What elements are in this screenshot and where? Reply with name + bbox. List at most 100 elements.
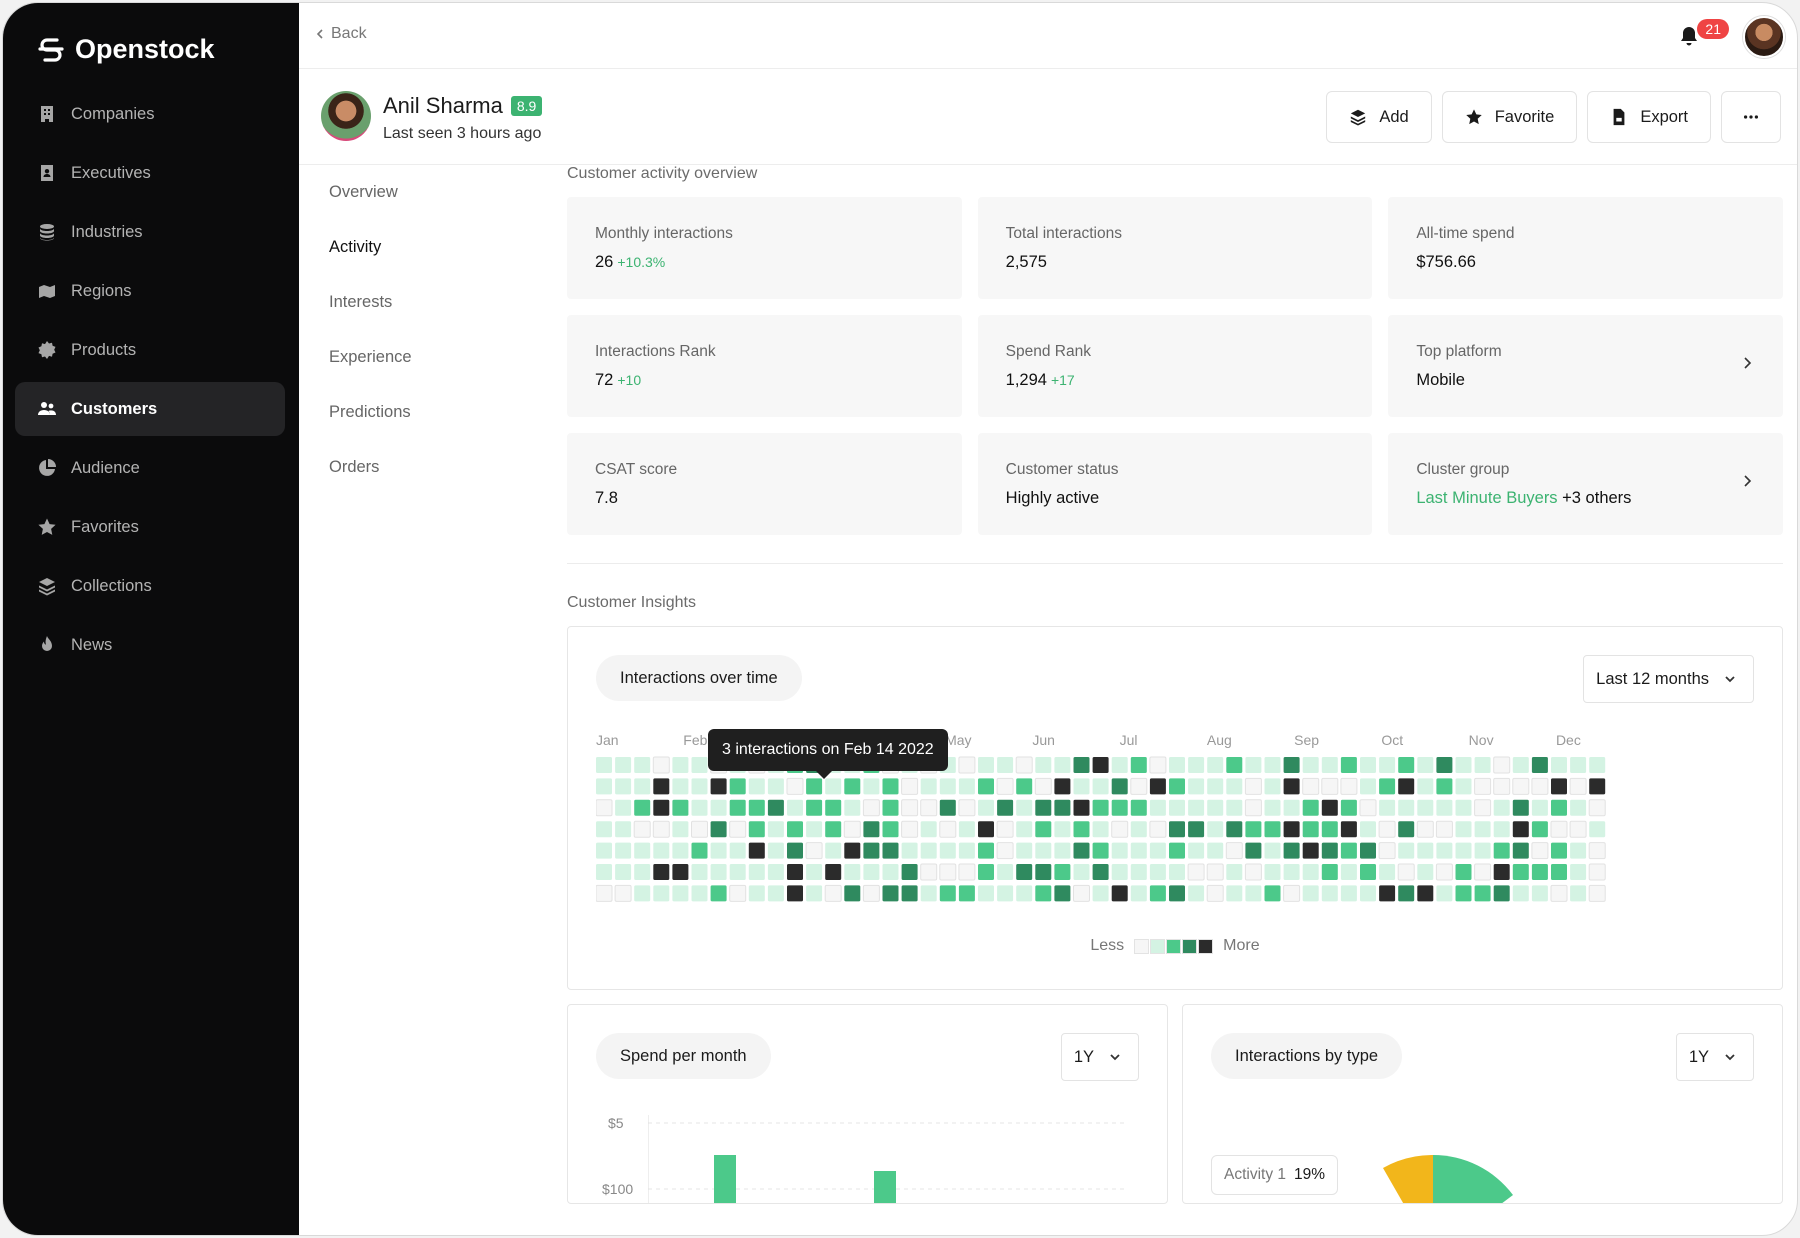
heatmap-cell[interactable] — [1588, 799, 1606, 817]
heatmap-cell[interactable] — [1130, 821, 1147, 838]
sidebar-item-companies[interactable]: Companies — [15, 87, 285, 141]
heatmap-cell[interactable] — [672, 778, 689, 795]
heatmap-cell[interactable] — [1340, 842, 1357, 859]
heatmap-cell[interactable] — [1149, 864, 1166, 880]
heatmap-cell[interactable] — [844, 864, 861, 880]
heatmap-cell[interactable] — [997, 885, 1014, 902]
subnav-orders[interactable]: Orders — [299, 440, 529, 495]
heatmap-cell[interactable] — [1169, 799, 1185, 816]
heatmap-cell[interactable] — [805, 842, 823, 860]
heatmap-cell[interactable] — [1474, 842, 1491, 859]
subnav-interests[interactable]: Interests — [299, 275, 529, 330]
heatmap-cell[interactable] — [1360, 757, 1376, 773]
app-logo[interactable]: Openstock — [35, 33, 215, 65]
heatmap-cell[interactable] — [1302, 777, 1320, 795]
heatmap-cell[interactable] — [1245, 842, 1262, 859]
sidebar-item-customers[interactable]: Customers — [15, 382, 285, 436]
range-select[interactable]: Last 12 months — [1583, 655, 1754, 703]
heatmap-cell[interactable] — [997, 864, 1014, 880]
heatmap-cell[interactable] — [1321, 821, 1338, 838]
heatmap-cell[interactable] — [1474, 757, 1491, 773]
heatmap-cell[interactable] — [1551, 757, 1567, 773]
heatmap-cell[interactable] — [1226, 757, 1243, 773]
heatmap-cell[interactable] — [882, 821, 899, 838]
heatmap-cell[interactable] — [1531, 777, 1549, 795]
heatmap-cell[interactable] — [1302, 757, 1319, 773]
heatmap-cell[interactable] — [1073, 799, 1090, 816]
heatmap-cell[interactable] — [825, 842, 842, 859]
heatmap-cell[interactable] — [672, 821, 689, 838]
heatmap-cell[interactable] — [710, 864, 727, 880]
heatmap-cell[interactable] — [1226, 778, 1243, 795]
heatmap-cell[interactable] — [1398, 778, 1415, 795]
heatmap-cell[interactable] — [1531, 821, 1548, 838]
heatmap-cell[interactable] — [844, 799, 861, 816]
sidebar-item-news[interactable]: News — [15, 618, 285, 672]
heatmap-cell[interactable] — [1551, 778, 1567, 795]
heatmap-cell[interactable] — [691, 799, 708, 816]
heatmap-cell[interactable] — [1302, 885, 1319, 902]
heatmap-cell[interactable] — [1570, 799, 1587, 816]
heatmap-cell[interactable] — [1149, 842, 1166, 859]
heatmap-cell[interactable] — [672, 757, 689, 773]
heatmap-cell[interactable] — [996, 842, 1014, 860]
heatmap-cell[interactable] — [748, 821, 765, 838]
heatmap-cell[interactable] — [1130, 799, 1147, 816]
heatmap-cell[interactable] — [920, 885, 937, 902]
sidebar-item-audience[interactable]: Audience — [15, 441, 285, 495]
heatmap-cell[interactable] — [1455, 864, 1472, 880]
heatmap-cell[interactable] — [1360, 864, 1376, 880]
heatmap-cell[interactable] — [1321, 864, 1338, 880]
heatmap-cell[interactable] — [767, 799, 784, 816]
heatmap-cell[interactable] — [978, 799, 994, 816]
heatmap-cell[interactable] — [1550, 884, 1568, 902]
heatmap-cell[interactable] — [1379, 757, 1396, 773]
heatmap-cell[interactable] — [958, 885, 975, 902]
heatmap-cell[interactable] — [1417, 842, 1434, 859]
heatmap-cell[interactable] — [1589, 821, 1606, 838]
heatmap-cell[interactable] — [1512, 777, 1530, 795]
heatmap-cell[interactable] — [691, 885, 708, 902]
heatmap-cell[interactable] — [691, 864, 708, 880]
heatmap-cell[interactable] — [862, 799, 880, 817]
heatmap-cell[interactable] — [748, 842, 765, 859]
heatmap-cell[interactable] — [1035, 757, 1052, 773]
heatmap-cell[interactable] — [997, 757, 1014, 773]
heatmap-cell[interactable] — [863, 778, 880, 795]
heatmap-cell[interactable] — [1092, 821, 1109, 838]
heatmap-cell[interactable] — [615, 842, 632, 859]
heatmap-cell[interactable] — [939, 799, 956, 816]
heatmap-cell[interactable] — [1054, 864, 1071, 880]
heatmap-cell[interactable] — [1245, 885, 1262, 902]
heatmap-cell[interactable] — [1111, 778, 1128, 795]
heatmap-cell[interactable] — [1360, 885, 1376, 902]
heatmap-cell[interactable] — [920, 799, 938, 817]
heatmap-cell[interactable] — [767, 885, 784, 902]
heatmap-cell[interactable] — [1379, 885, 1396, 902]
heatmap-cell[interactable] — [1417, 778, 1434, 795]
heatmap-cell[interactable] — [672, 842, 689, 859]
top-platform-card[interactable]: Top platform Mobile — [1388, 315, 1783, 417]
cluster-group-card[interactable]: Cluster group Last Minute Buyers +3 othe… — [1388, 433, 1783, 535]
heatmap-cell[interactable] — [882, 885, 899, 902]
heatmap-cell[interactable] — [729, 884, 747, 902]
heatmap-cell[interactable] — [1474, 777, 1492, 795]
heatmap-cell[interactable] — [1493, 799, 1510, 816]
heatmap-cell[interactable] — [1302, 799, 1319, 816]
heatmap-cell[interactable] — [1321, 842, 1338, 859]
heatmap-cell[interactable] — [615, 757, 632, 773]
heatmap-cell[interactable] — [634, 864, 651, 880]
heatmap-cell[interactable] — [1398, 757, 1415, 773]
heatmap-cell[interactable] — [1569, 777, 1587, 795]
heatmap-cell[interactable] — [1226, 864, 1243, 880]
heatmap-cell[interactable] — [939, 863, 957, 881]
heatmap-cell[interactable] — [1130, 777, 1148, 795]
heatmap-cell[interactable] — [729, 864, 746, 880]
heatmap-cell[interactable] — [978, 885, 994, 902]
sidebar-item-regions[interactable]: Regions — [15, 264, 285, 318]
heatmap-cell[interactable] — [1169, 842, 1185, 859]
heatmap-cell[interactable] — [824, 884, 842, 902]
sidebar-item-industries[interactable]: Industries — [15, 205, 285, 259]
heatmap-cell[interactable] — [1092, 842, 1109, 859]
heatmap-cell[interactable] — [652, 756, 670, 774]
